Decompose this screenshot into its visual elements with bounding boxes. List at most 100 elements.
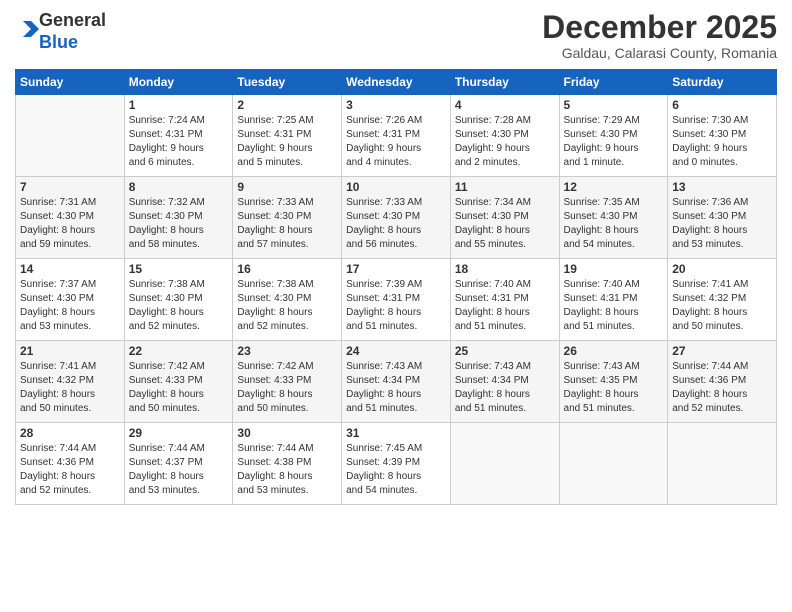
logo-text: General Blue	[39, 10, 106, 53]
day-number: 23	[237, 344, 337, 358]
day-info: Sunrise: 7:44 AM Sunset: 4:38 PM Dayligh…	[237, 442, 337, 498]
day-info: Sunrise: 7:42 AM Sunset: 4:33 PM Dayligh…	[129, 360, 229, 416]
day-number: 7	[20, 180, 120, 194]
calendar-cell: 7 Sunrise: 7:31 AM Sunset: 4:30 PM Daylig…	[16, 177, 125, 259]
day-info: Sunrise: 7:33 AM Sunset: 4:30 PM Dayligh…	[346, 196, 446, 252]
title-block: December 2025 Galdau, Calarasi County, R…	[542, 10, 777, 61]
day-number: 26	[564, 344, 664, 358]
calendar-cell: 16Sunrise: 7:38 AM Sunset: 4:30 PM Dayli…	[233, 259, 342, 341]
day-number: 4	[455, 98, 555, 112]
day-info: Sunrise: 7:24 AM Sunset: 4:31 PM Dayligh…	[129, 114, 229, 170]
day-info: Sunrise: 7:39 AM Sunset: 4:31 PM Dayligh…	[346, 278, 446, 334]
calendar-body: 1 Sunrise: 7:24 AM Sunset: 4:31 PM Daylig…	[16, 95, 777, 505]
day-number: 28	[20, 426, 120, 440]
weekday-header-saturday: Saturday	[668, 70, 777, 95]
day-number: 18	[455, 262, 555, 276]
logo-general: General	[39, 10, 106, 30]
day-number: 11	[455, 180, 555, 194]
calendar-cell: 14Sunrise: 7:37 AM Sunset: 4:30 PM Dayli…	[16, 259, 125, 341]
day-number: 13	[672, 180, 772, 194]
calendar-cell: 25 Sunrise: 7:43 AM Sunset: 4:34 PM Dayli…	[450, 341, 559, 423]
day-info: Sunrise: 7:34 AM Sunset: 4:30 PM Dayligh…	[455, 196, 555, 252]
calendar-cell: 10 Sunrise: 7:33 AM Sunset: 4:30 PM Dayli…	[342, 177, 451, 259]
weekday-row: SundayMondayTuesdayWednesdayThursdayFrid…	[16, 70, 777, 95]
day-info: Sunrise: 7:36 AM Sunset: 4:30 PM Dayligh…	[672, 196, 772, 252]
header: General Blue December 2025 Galdau, Calar…	[15, 10, 777, 61]
day-info: Sunrise: 7:25 AM Sunset: 4:31 PM Dayligh…	[237, 114, 337, 170]
month-title: December 2025	[542, 10, 777, 45]
weekday-header-tuesday: Tuesday	[233, 70, 342, 95]
calendar-cell	[559, 423, 668, 505]
day-info: Sunrise: 7:41 AM Sunset: 4:32 PM Dayligh…	[672, 278, 772, 334]
day-number: 25	[455, 344, 555, 358]
weekday-header-thursday: Thursday	[450, 70, 559, 95]
calendar-cell: 8 Sunrise: 7:32 AM Sunset: 4:30 PM Daylig…	[124, 177, 233, 259]
calendar-cell: 9Sunrise: 7:33 AM Sunset: 4:30 PM Daylig…	[233, 177, 342, 259]
day-number: 29	[129, 426, 229, 440]
day-info: Sunrise: 7:44 AM Sunset: 4:36 PM Dayligh…	[20, 442, 120, 498]
calendar-cell: 5Sunrise: 7:29 AM Sunset: 4:30 PM Daylig…	[559, 95, 668, 177]
day-info: Sunrise: 7:29 AM Sunset: 4:30 PM Dayligh…	[564, 114, 664, 170]
calendar-cell	[668, 423, 777, 505]
weekday-header-wednesday: Wednesday	[342, 70, 451, 95]
location-title: Galdau, Calarasi County, Romania	[542, 45, 777, 61]
calendar-week-2: 7 Sunrise: 7:31 AM Sunset: 4:30 PM Daylig…	[16, 177, 777, 259]
calendar-cell: 2 Sunrise: 7:25 AM Sunset: 4:31 PM Daylig…	[233, 95, 342, 177]
day-info: Sunrise: 7:37 AM Sunset: 4:30 PM Dayligh…	[20, 278, 120, 334]
day-number: 12	[564, 180, 664, 194]
logo-blue: Blue	[39, 32, 78, 52]
day-number: 24	[346, 344, 446, 358]
day-info: Sunrise: 7:40 AM Sunset: 4:31 PM Dayligh…	[564, 278, 664, 334]
calendar-week-3: 14Sunrise: 7:37 AM Sunset: 4:30 PM Dayli…	[16, 259, 777, 341]
calendar-cell: 22 Sunrise: 7:42 AM Sunset: 4:33 PM Dayli…	[124, 341, 233, 423]
calendar-cell: 21Sunrise: 7:41 AM Sunset: 4:32 PM Dayli…	[16, 341, 125, 423]
calendar-table: SundayMondayTuesdayWednesdayThursdayFrid…	[15, 69, 777, 505]
calendar-cell: 24 Sunrise: 7:43 AM Sunset: 4:34 PM Dayli…	[342, 341, 451, 423]
calendar-cell: 13 Sunrise: 7:36 AM Sunset: 4:30 PM Dayli…	[668, 177, 777, 259]
day-number: 10	[346, 180, 446, 194]
calendar-cell: 19 Sunrise: 7:40 AM Sunset: 4:31 PM Dayli…	[559, 259, 668, 341]
day-number: 16	[237, 262, 337, 276]
calendar-cell: 1 Sunrise: 7:24 AM Sunset: 4:31 PM Daylig…	[124, 95, 233, 177]
day-info: Sunrise: 7:43 AM Sunset: 4:35 PM Dayligh…	[564, 360, 664, 416]
day-number: 1	[129, 98, 229, 112]
day-number: 8	[129, 180, 229, 194]
calendar-cell: 20Sunrise: 7:41 AM Sunset: 4:32 PM Dayli…	[668, 259, 777, 341]
day-info: Sunrise: 7:38 AM Sunset: 4:30 PM Dayligh…	[129, 278, 229, 334]
logo: General Blue	[15, 10, 106, 53]
weekday-header-friday: Friday	[559, 70, 668, 95]
day-info: Sunrise: 7:26 AM Sunset: 4:31 PM Dayligh…	[346, 114, 446, 170]
calendar-week-4: 21Sunrise: 7:41 AM Sunset: 4:32 PM Dayli…	[16, 341, 777, 423]
day-info: Sunrise: 7:43 AM Sunset: 4:34 PM Dayligh…	[346, 360, 446, 416]
weekday-header-monday: Monday	[124, 70, 233, 95]
calendar-cell: 23Sunrise: 7:42 AM Sunset: 4:33 PM Dayli…	[233, 341, 342, 423]
day-number: 9	[237, 180, 337, 194]
day-number: 27	[672, 344, 772, 358]
calendar-page: General Blue December 2025 Galdau, Calar…	[0, 0, 792, 612]
day-info: Sunrise: 7:30 AM Sunset: 4:30 PM Dayligh…	[672, 114, 772, 170]
day-info: Sunrise: 7:32 AM Sunset: 4:30 PM Dayligh…	[129, 196, 229, 252]
calendar-cell: 15 Sunrise: 7:38 AM Sunset: 4:30 PM Dayli…	[124, 259, 233, 341]
day-info: Sunrise: 7:31 AM Sunset: 4:30 PM Dayligh…	[20, 196, 120, 252]
calendar-header: SundayMondayTuesdayWednesdayThursdayFrid…	[16, 70, 777, 95]
day-number: 2	[237, 98, 337, 112]
day-number: 19	[564, 262, 664, 276]
logo-icon	[17, 19, 39, 41]
calendar-cell: 26 Sunrise: 7:43 AM Sunset: 4:35 PM Dayli…	[559, 341, 668, 423]
day-info: Sunrise: 7:43 AM Sunset: 4:34 PM Dayligh…	[455, 360, 555, 416]
calendar-cell: 12 Sunrise: 7:35 AM Sunset: 4:30 PM Dayli…	[559, 177, 668, 259]
calendar-week-5: 28 Sunrise: 7:44 AM Sunset: 4:36 PM Dayli…	[16, 423, 777, 505]
calendar-week-1: 1 Sunrise: 7:24 AM Sunset: 4:31 PM Daylig…	[16, 95, 777, 177]
weekday-header-sunday: Sunday	[16, 70, 125, 95]
day-number: 17	[346, 262, 446, 276]
day-info: Sunrise: 7:45 AM Sunset: 4:39 PM Dayligh…	[346, 442, 446, 498]
calendar-cell: 31Sunrise: 7:45 AM Sunset: 4:39 PM Dayli…	[342, 423, 451, 505]
day-number: 22	[129, 344, 229, 358]
calendar-cell: 29Sunrise: 7:44 AM Sunset: 4:37 PM Dayli…	[124, 423, 233, 505]
calendar-cell: 17 Sunrise: 7:39 AM Sunset: 4:31 PM Dayli…	[342, 259, 451, 341]
day-number: 30	[237, 426, 337, 440]
day-info: Sunrise: 7:35 AM Sunset: 4:30 PM Dayligh…	[564, 196, 664, 252]
day-info: Sunrise: 7:28 AM Sunset: 4:30 PM Dayligh…	[455, 114, 555, 170]
day-number: 15	[129, 262, 229, 276]
calendar-cell	[450, 423, 559, 505]
